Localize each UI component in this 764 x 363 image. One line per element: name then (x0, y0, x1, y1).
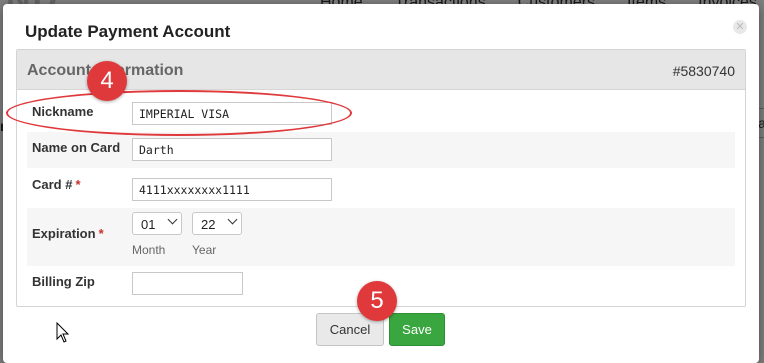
billing-zip-input[interactable] (132, 272, 243, 295)
name-on-card-input[interactable]: Darth (132, 138, 332, 161)
expiration-row: Expiration * 01 22 Month Year (27, 208, 735, 266)
nickname-highlight-ellipse (6, 90, 352, 136)
billing-zip-label: Billing Zip (32, 274, 95, 289)
year-value: 22 (201, 217, 216, 232)
month-value: 01 (141, 217, 156, 232)
name-on-card-row: Name on Card Darth (27, 132, 735, 168)
chevron-down-icon (227, 214, 238, 225)
mouse-cursor-icon (56, 322, 70, 343)
expiration-year-select[interactable]: 22 (192, 212, 242, 235)
card-number-input[interactable]: 4111xxxxxxxx1111 (132, 178, 332, 201)
card-number-row: Card # * 4111xxxxxxxx1111 (27, 168, 735, 208)
close-icon[interactable]: ✕ (733, 20, 747, 34)
required-marker: * (75, 177, 81, 192)
card-number-label: Card # * (32, 177, 81, 192)
name-on-card-label: Name on Card (32, 140, 121, 155)
save-button[interactable]: Save (389, 313, 445, 346)
step-5-badge: 5 (357, 281, 397, 321)
expiration-label: Expiration * (32, 226, 104, 241)
chevron-down-icon (167, 214, 178, 225)
modal-title: Update Payment Account (25, 22, 231, 41)
step-4-badge: 4 (87, 61, 127, 101)
account-id: #5830740 (672, 63, 735, 79)
month-caption: Month (132, 243, 166, 257)
required-marker: * (98, 226, 104, 241)
year-caption: Year (192, 243, 217, 257)
expiration-month-select[interactable]: 01 (132, 212, 182, 235)
